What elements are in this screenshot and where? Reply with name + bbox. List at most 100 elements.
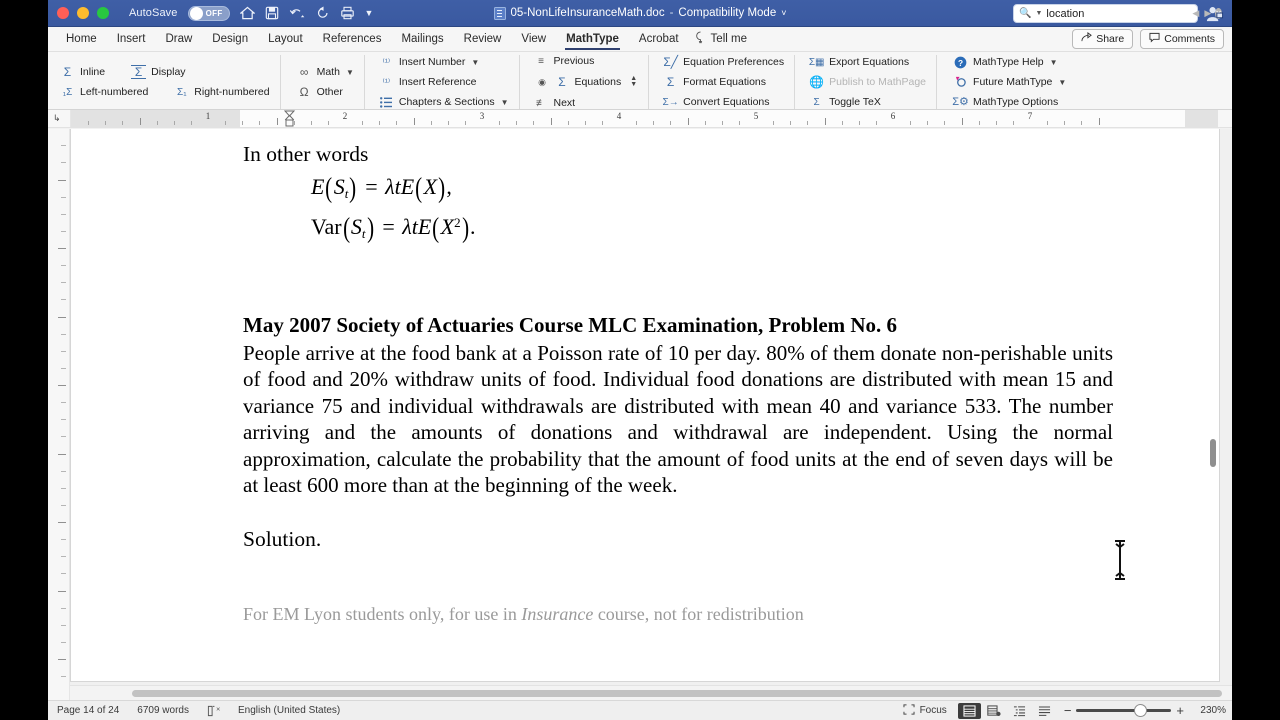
tab-stop-selector-icon[interactable]: ↳ — [53, 113, 61, 124]
vertical-ruler-tick — [61, 265, 66, 267]
vertical-ruler-tick — [61, 367, 66, 369]
undo-icon[interactable] — [289, 6, 306, 20]
browse-equations-dropdown[interactable]: ◉ Σ Equations ▲ ▼ — [532, 72, 641, 93]
chevron-down-icon[interactable]: ▼ — [501, 95, 509, 110]
intro-paragraph: In other words — [243, 142, 369, 166]
page-indicator[interactable]: Page 14 of 24 — [48, 705, 128, 716]
export-equations-button[interactable]: Σ▦ Export Equations — [807, 53, 911, 72]
tab-design[interactable]: Design — [202, 30, 258, 48]
chevron-down-icon[interactable]: ▼ — [346, 65, 354, 80]
document-page[interactable]: In other words E(St) = λtE(X), Var(St) =… — [70, 129, 1220, 682]
tab-review[interactable]: Review — [454, 30, 512, 48]
outline-view-button[interactable] — [1008, 703, 1031, 719]
page-content[interactable]: In other words E(St) = λtE(X), Var(St) =… — [243, 141, 1113, 681]
search-icon: 🔍 — [1019, 8, 1032, 19]
toggle-tex-button[interactable]: Σ Toggle TeX — [807, 93, 883, 112]
mathtype-help-button[interactable]: ? MathType Help ▼ — [951, 53, 1060, 72]
insert-reference-button[interactable]: ⁽¹⁾ Insert Reference — [377, 73, 479, 92]
insert-right-numbered-equation-button[interactable]: Σ₁ Right-numbered — [172, 83, 271, 102]
horizontal-scrollbar[interactable] — [70, 685, 1232, 700]
search-input[interactable] — [1046, 7, 1189, 20]
tab-mathtype[interactable]: MathType — [556, 30, 629, 50]
vertical-ruler-tick — [61, 299, 66, 301]
chevron-down-icon[interactable]: ▼ — [471, 55, 479, 70]
tab-insert[interactable]: Insert — [107, 30, 156, 48]
search-prev-icon[interactable]: ◀ — [1192, 8, 1199, 19]
equation-1[interactable]: E(St) = λtE(X), — [243, 173, 1113, 205]
insert-left-numbered-equation-button[interactable]: ₁Σ Left-numbered — [58, 83, 150, 102]
chevron-down-icon[interactable]: ˅ — [781, 8, 786, 18]
horizontal-scrollbar-thumb[interactable] — [132, 690, 1222, 697]
other-style-button[interactable]: Ω Other — [295, 83, 345, 102]
vertical-ruler-tick — [58, 522, 66, 523]
print-icon[interactable] — [340, 6, 355, 20]
save-icon[interactable] — [265, 6, 279, 20]
tell-me-box[interactable]: Tell me — [689, 30, 747, 48]
zoom-slider[interactable]: − + — [1064, 704, 1184, 717]
convert-equations-button[interactable]: Σ→ Convert Equations — [661, 93, 771, 112]
indent-marker-icon[interactable] — [283, 110, 296, 127]
screen: AutoSave OFF ▼ 05-NonLifeInsuranceMath.d… — [0, 0, 1280, 720]
spinner-down-icon[interactable]: ▼ — [630, 81, 637, 88]
tab-references[interactable]: References — [313, 30, 392, 48]
account-avatar-icon[interactable] — [1205, 4, 1224, 23]
tab-acrobat[interactable]: Acrobat — [629, 30, 689, 48]
share-button[interactable]: Share — [1072, 29, 1134, 49]
chapters-sections-button[interactable]: Chapters & Sections ▼ — [377, 93, 511, 112]
comments-button[interactable]: Comments — [1140, 29, 1224, 49]
insert-display-equation-button[interactable]: Σ Display — [129, 63, 187, 82]
maximize-window-button[interactable] — [97, 7, 109, 19]
tab-layout[interactable]: Layout — [258, 30, 313, 48]
minimize-window-button[interactable] — [77, 7, 89, 19]
chevron-down-icon[interactable]: ▼ — [1058, 75, 1066, 90]
web-layout-view-button[interactable] — [983, 703, 1006, 719]
tab-draw[interactable]: Draw — [155, 30, 202, 48]
vertical-ruler-tick — [61, 213, 66, 215]
tab-mailings[interactable]: Mailings — [391, 30, 453, 48]
search-chevron-icon[interactable]: ▼ — [1035, 10, 1042, 17]
math-style-button[interactable]: ∞ Math ▼ — [295, 63, 356, 82]
ruler-tick — [687, 118, 689, 125]
future-mathtype-icon — [953, 75, 968, 90]
close-window-button[interactable] — [57, 7, 69, 19]
insert-inline-equation-button[interactable]: Σ Inline — [58, 63, 107, 82]
tell-me-label[interactable]: Tell me — [711, 30, 747, 48]
equation-preferences-button[interactable]: Σ╱ Equation Preferences — [661, 53, 786, 72]
print-layout-view-button[interactable] — [957, 702, 981, 719]
ruler-tick — [961, 118, 963, 125]
search-box[interactable]: 🔍 ▼ ◀ ▶ ✕ — [1013, 4, 1222, 23]
vertical-ruler-tick — [61, 230, 66, 232]
spelling-check-icon[interactable]: ✕ — [198, 705, 229, 717]
word-count[interactable]: 6709 words — [128, 705, 198, 716]
insert-number-button[interactable]: ⁽¹⁾ Insert Number ▼ — [377, 53, 481, 72]
previous-equation-button[interactable]: ≡ Previous — [532, 52, 597, 71]
chevron-down-icon[interactable]: ▼ — [1050, 55, 1058, 70]
chapters-sections-icon — [379, 95, 394, 110]
focus-mode-button[interactable]: Focus — [894, 703, 956, 718]
redo-icon[interactable] — [316, 6, 330, 20]
horizontal-ruler[interactable]: ↳ 1 2 3 4 5 6 7 — [48, 110, 1232, 128]
zoom-slider-knob[interactable] — [1134, 704, 1148, 717]
vertical-scrollbar-thumb[interactable] — [1210, 439, 1216, 467]
customize-toolbar-icon[interactable]: ▼ — [365, 8, 374, 18]
language-indicator[interactable]: English (United States) — [229, 705, 349, 716]
zoom-level-label[interactable]: 230% — [1192, 705, 1226, 716]
autosave-toggle[interactable]: OFF — [187, 5, 230, 21]
zoom-slider-track[interactable] — [1076, 704, 1172, 717]
autosave-state: OFF — [205, 8, 223, 18]
compatibility-mode-label[interactable]: Compatibility Mode — [678, 7, 776, 19]
mathtype-options-button[interactable]: Σ⚙ MathType Options — [951, 93, 1060, 112]
draft-view-button[interactable] — [1033, 703, 1056, 719]
zoom-in-button[interactable]: + — [1176, 704, 1184, 717]
format-equations-button[interactable]: Σ Format Equations — [661, 73, 768, 92]
future-mathtype-button[interactable]: Future MathType ▼ — [951, 73, 1068, 92]
zoom-out-button[interactable]: − — [1064, 704, 1072, 717]
tab-home[interactable]: Home — [56, 30, 107, 48]
tab-view[interactable]: View — [511, 30, 556, 48]
document-title[interactable]: 05-NonLifeInsuranceMath.doc — [511, 7, 665, 19]
home-icon[interactable] — [239, 6, 255, 20]
vertical-ruler[interactable] — [48, 129, 70, 700]
vertical-scrollbar[interactable] — [1207, 129, 1219, 663]
equation-2[interactable]: Var(St) = λtE(X2). — [243, 213, 1113, 245]
browse-spinner[interactable]: ▲ ▼ — [630, 75, 637, 88]
